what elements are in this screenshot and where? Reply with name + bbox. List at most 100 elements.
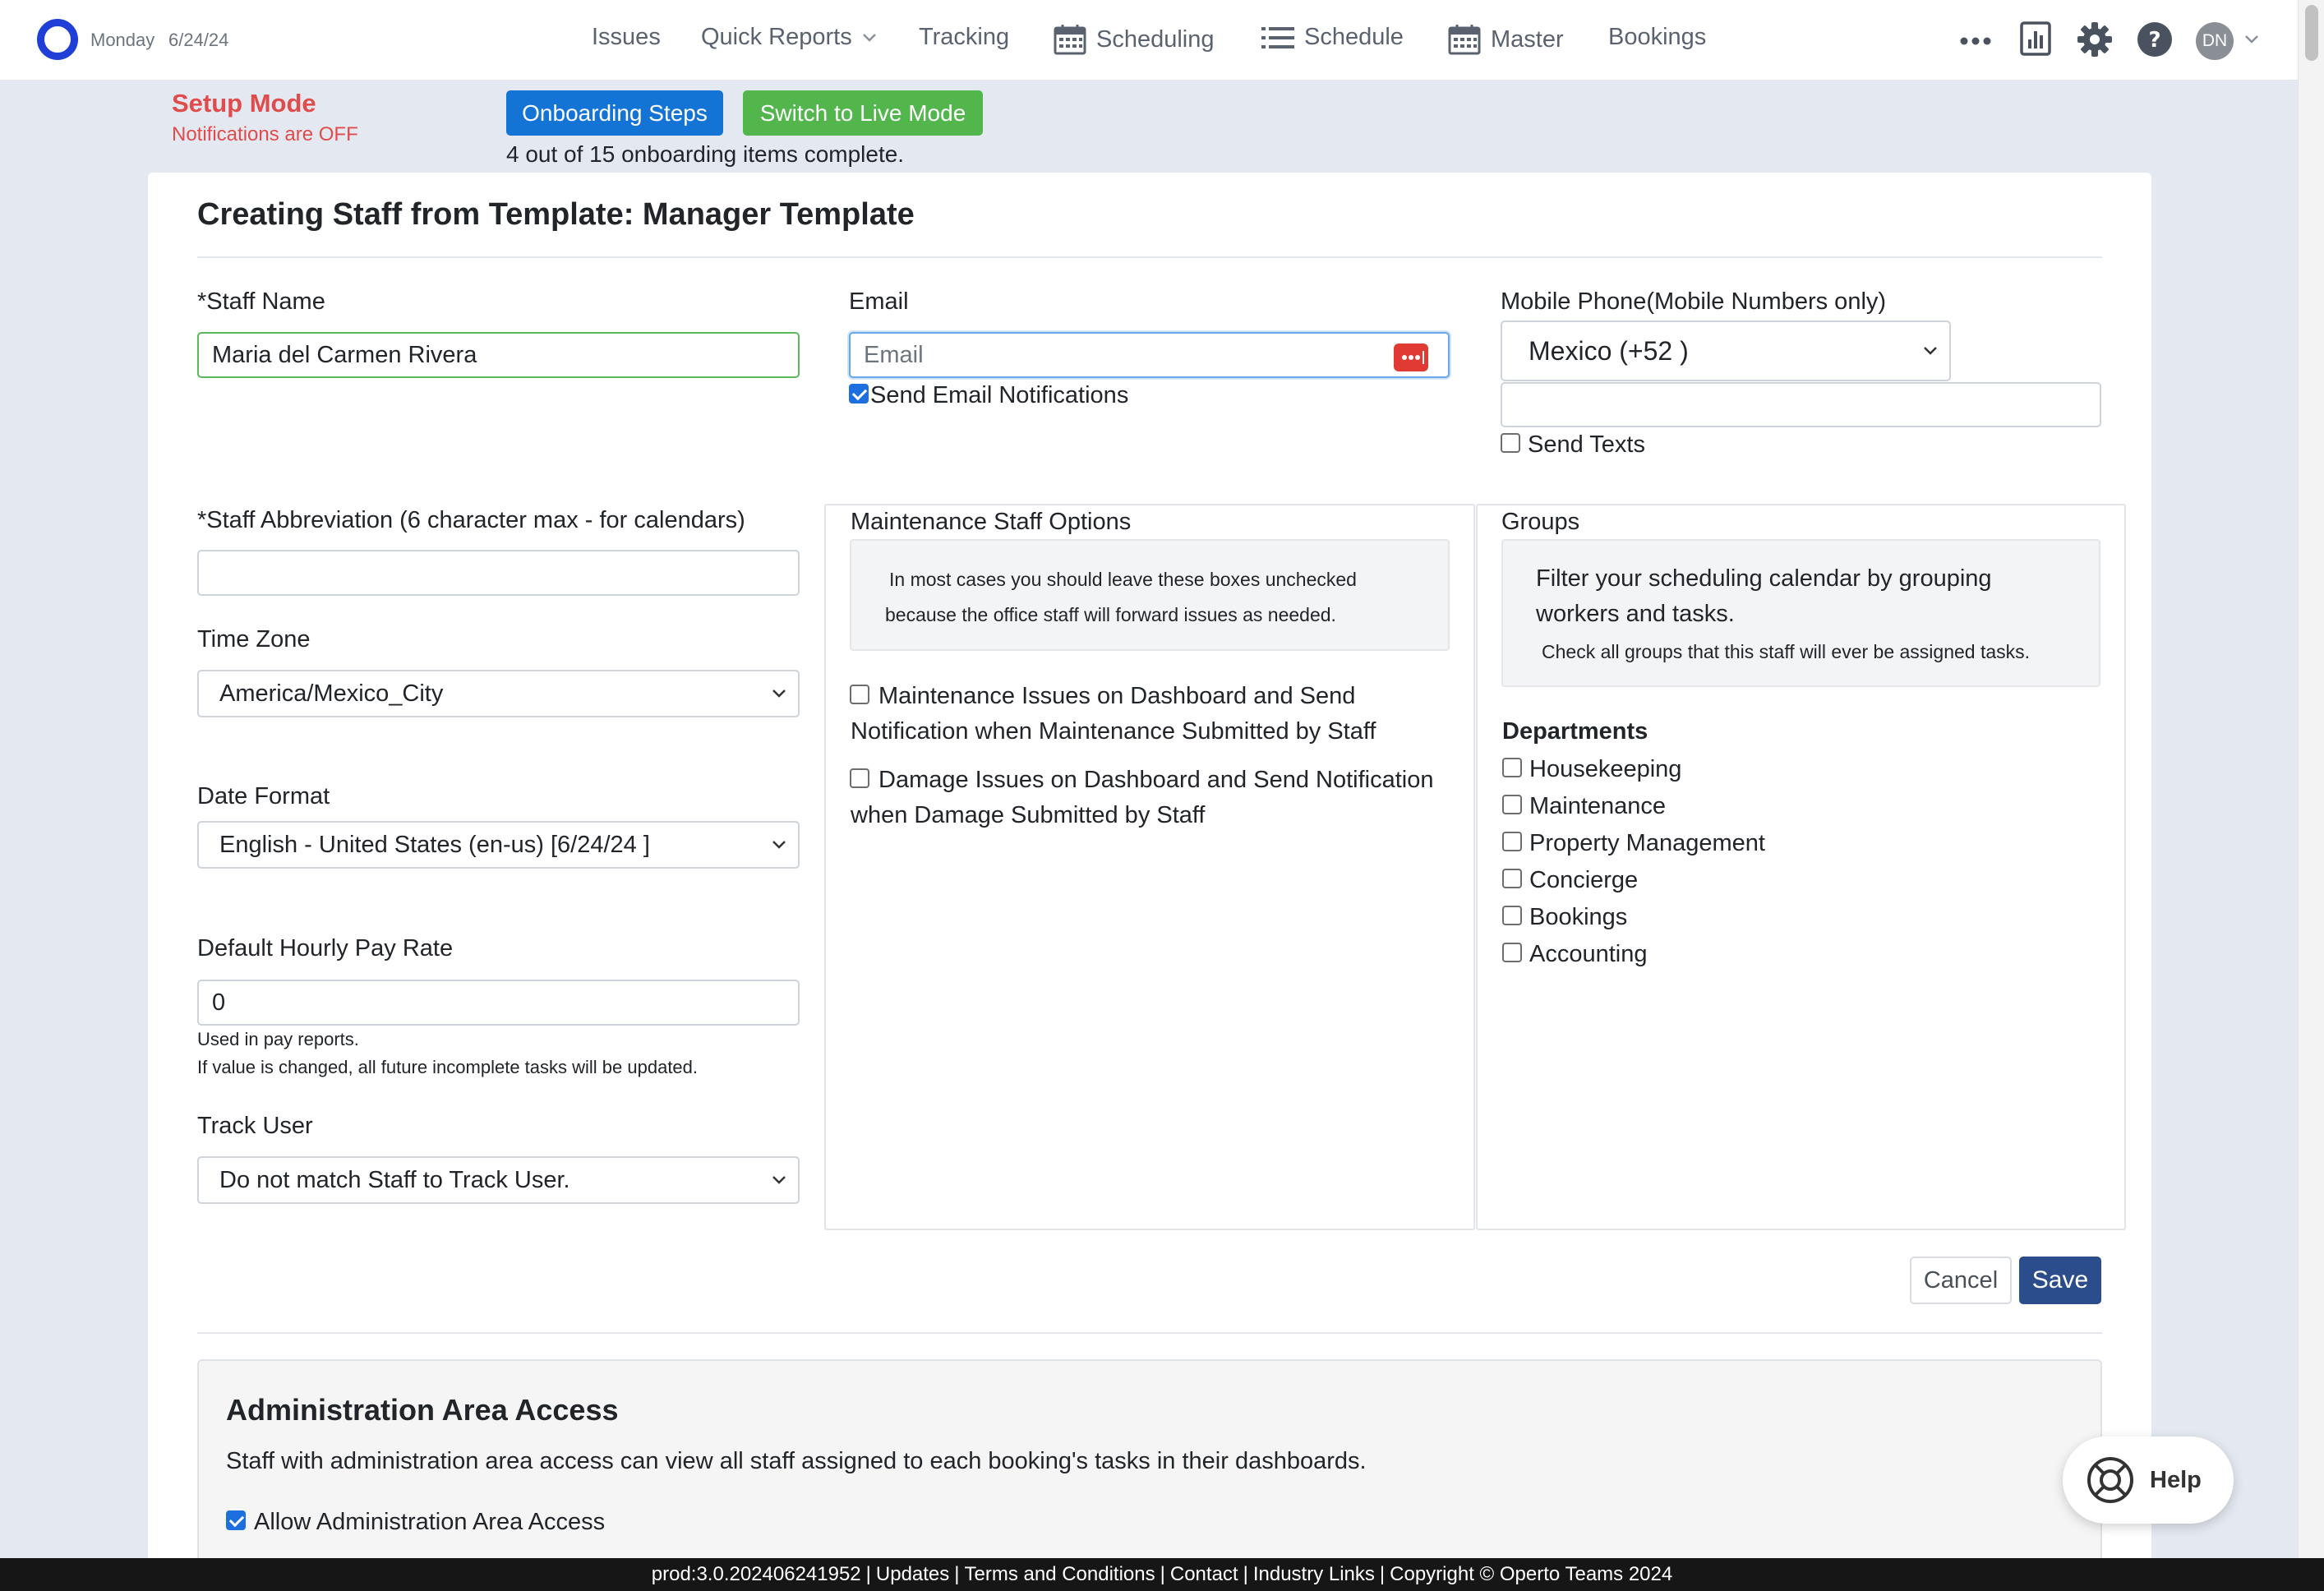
calendar-icon: [1054, 25, 1086, 55]
nav-bookings[interactable]: Bookings: [1608, 24, 1706, 51]
staff-name-value: Maria del Carmen Rivera: [212, 341, 477, 368]
lifebuoy-icon: [2087, 1457, 2133, 1503]
logo-icon[interactable]: [37, 19, 78, 60]
department-concierge-checkbox[interactable]: [1502, 869, 1522, 888]
send-texts-label: Send Texts: [1528, 431, 1645, 458]
maintenance-issues-label-1: Maintenance Issues on Dashboard and Send: [878, 683, 1356, 709]
avatar[interactable]: DN: [2196, 22, 2234, 60]
footer-link-contact[interactable]: Contact: [1170, 1563, 1238, 1586]
divider: [197, 1332, 2102, 1334]
maintenance-info-box: [850, 539, 1450, 651]
cancel-button[interactable]: Cancel: [1910, 1257, 2012, 1304]
nav-quick-reports-label: Quick Reports: [701, 24, 852, 50]
groups-title: Groups: [1501, 509, 1580, 535]
allow-admin-access-checkbox[interactable]: [226, 1510, 246, 1530]
send-email-notifications-checkbox[interactable]: [849, 384, 869, 404]
current-date: 6/24/24: [168, 30, 229, 50]
footer-version: prod:3.0.202406241952: [651, 1563, 861, 1585]
chevron-down-icon[interactable]: [2244, 35, 2259, 44]
email-placeholder: Email: [864, 341, 924, 368]
damage-issues-checkbox[interactable]: [850, 768, 869, 788]
department-maintenance-checkbox[interactable]: [1502, 795, 1522, 814]
department-accounting-label: Accounting: [1529, 941, 1648, 967]
send-texts-checkbox[interactable]: [1501, 433, 1520, 453]
department-bookings-checkbox[interactable]: [1502, 906, 1522, 925]
switch-to-live-mode-button[interactable]: Switch to Live Mode: [743, 90, 983, 136]
svg-text:?: ?: [2148, 28, 2160, 53]
email-label: Email: [849, 288, 909, 315]
notifications-status: Notifications are OFF: [172, 123, 358, 145]
more-icon[interactable]: [1959, 36, 1992, 46]
nav-scheduling-label: Scheduling: [1096, 25, 1215, 53]
pay-rate-input[interactable]: 0: [197, 980, 800, 1026]
nav-quick-reports[interactable]: Quick Reports: [701, 24, 877, 51]
current-day: Monday: [90, 30, 155, 50]
help-button[interactable]: Help: [2063, 1437, 2234, 1524]
setup-mode-title: Setup Mode: [172, 89, 316, 118]
scrollbar-thumb[interactable]: [2305, 5, 2318, 61]
password-manager-icon[interactable]: [1394, 344, 1428, 371]
nav-issues-label: Issues: [592, 24, 661, 50]
footer-copyright: Copyright © Operto Teams 2024: [1390, 1563, 1673, 1585]
staff-abbreviation-label: *Staff Abbreviation (6 character max - f…: [197, 507, 745, 533]
track-user-label: Track User: [197, 1113, 313, 1139]
footer-link-terms[interactable]: Terms and Conditions: [965, 1563, 1155, 1586]
maintenance-options-title: Maintenance Staff Options: [851, 509, 1132, 535]
maintenance-issues-checkbox[interactable]: [850, 685, 869, 704]
pay-rate-help-1: Used in pay reports.: [197, 1029, 359, 1049]
top-navigation-bar: Monday 6/24/24 Issues Quick Reports Trac…: [0, 0, 2298, 81]
departments-heading: Departments: [1502, 718, 1648, 745]
nav-tracking[interactable]: Tracking: [919, 24, 1009, 51]
chevron-down-icon: [862, 33, 876, 42]
department-property-management-checkbox[interactable]: [1502, 832, 1522, 851]
maintenance-issues-label-2: Notification when Maintenance Submitted …: [851, 718, 1376, 745]
mobile-number-input[interactable]: [1501, 382, 2101, 427]
nav-master[interactable]: Master: [1448, 24, 1564, 55]
email-input[interactable]: Email: [849, 332, 1450, 378]
calendar-icon: [1448, 25, 1481, 55]
damage-issues-label-1: Damage Issues on Dashboard and Send Noti…: [878, 767, 1434, 793]
send-email-notifications-label: Send Email Notifications: [870, 382, 1129, 408]
mobile-phone-label: Mobile Phone(Mobile Numbers only): [1501, 288, 1887, 315]
groups-info-line-2: workers and tasks.: [1536, 601, 1735, 627]
chevron-down-icon: [772, 689, 786, 698]
onboarding-steps-button[interactable]: Onboarding Steps: [506, 90, 723, 136]
department-housekeeping-checkbox[interactable]: [1502, 758, 1522, 777]
staff-name-input[interactable]: Maria del Carmen Rivera: [197, 332, 800, 378]
date-format-label: Date Format: [197, 783, 330, 809]
gear-icon[interactable]: [2077, 21, 2113, 58]
date-format-value: English - United States (en-us) [6/24/24…: [219, 831, 650, 858]
maintenance-info-line-1: In most cases you should leave these box…: [889, 569, 1357, 590]
chevron-down-icon: [772, 841, 786, 849]
page-title: Creating Staff from Template: Manager Te…: [197, 197, 915, 232]
help-label: Help: [2150, 1466, 2202, 1493]
onboarding-progress: 4 out of 15 onboarding items complete.: [506, 141, 905, 167]
chevron-down-icon: [1924, 347, 1937, 355]
list-icon: [1261, 26, 1294, 48]
nav-schedule[interactable]: Schedule: [1261, 24, 1404, 51]
track-user-select[interactable]: Do not match Staff to Track User.: [197, 1156, 800, 1204]
admin-access-description: Staff with administration area access ca…: [226, 1448, 1367, 1474]
department-accounting-checkbox[interactable]: [1502, 943, 1522, 962]
pay-rate-value: 0: [212, 989, 226, 1016]
report-icon[interactable]: [2020, 21, 2051, 56]
time-zone-select[interactable]: America/Mexico_City: [197, 670, 800, 717]
help-circle-icon[interactable]: ?: [2137, 21, 2173, 58]
nav-issues[interactable]: Issues: [592, 24, 661, 51]
pay-rate-help-2: If value is changed, all future incomple…: [197, 1057, 699, 1077]
country-code-select[interactable]: Mexico (+52 ): [1501, 321, 1951, 381]
footer-link-industry[interactable]: Industry Links: [1253, 1563, 1375, 1586]
footer-link-updates[interactable]: Updates: [876, 1563, 949, 1586]
nav-bookings-label: Bookings: [1608, 24, 1707, 50]
allow-admin-access-label: Allow Administration Area Access: [254, 1509, 606, 1535]
scrollbar[interactable]: [2298, 0, 2324, 1558]
nav-scheduling[interactable]: Scheduling: [1054, 24, 1215, 55]
date-format-select[interactable]: English - United States (en-us) [6/24/24…: [197, 821, 800, 869]
track-user-value: Do not match Staff to Track User.: [219, 1166, 570, 1193]
staff-abbreviation-input[interactable]: [197, 550, 800, 596]
save-button[interactable]: Save: [2019, 1257, 2101, 1304]
groups-info-line-3: Check all groups that this staff will ev…: [1542, 641, 2031, 662]
groups-info-line-1: Filter your scheduling calendar by group…: [1536, 565, 1992, 592]
nav-tracking-label: Tracking: [919, 24, 1010, 50]
admin-access-title: Administration Area Access: [226, 1393, 619, 1427]
